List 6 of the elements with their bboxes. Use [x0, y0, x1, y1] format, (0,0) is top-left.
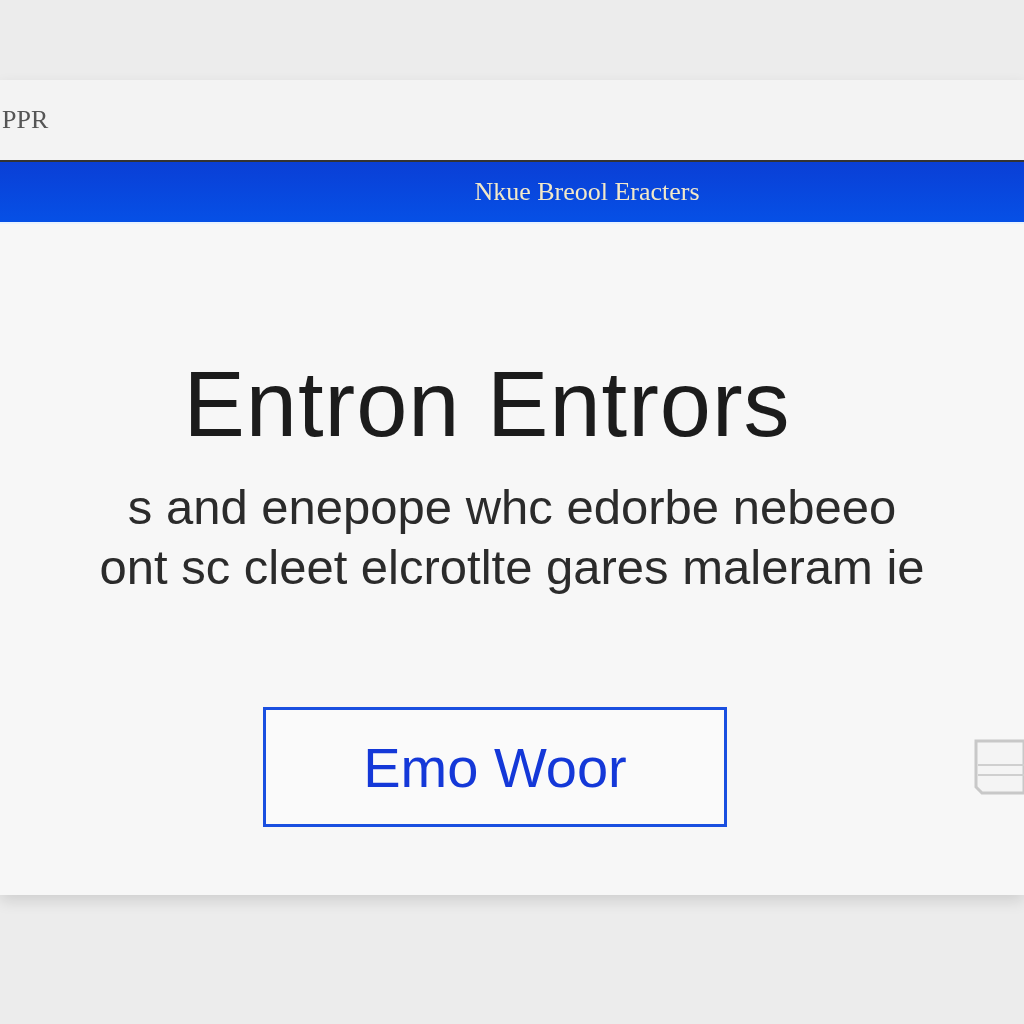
message-text: s and enepope whc edorbe nebeeo — [127, 479, 897, 536]
toolbar-label: PPR — [1, 105, 49, 135]
dialog-heading: Entron Entrors — [183, 352, 791, 457]
message-text: ont sc cleet elcrotlte gares maleram ie — [99, 539, 925, 596]
window-title: Nkue Breool Eracters — [474, 177, 700, 207]
dialog-button[interactable]: Emo Woor — [263, 707, 727, 827]
